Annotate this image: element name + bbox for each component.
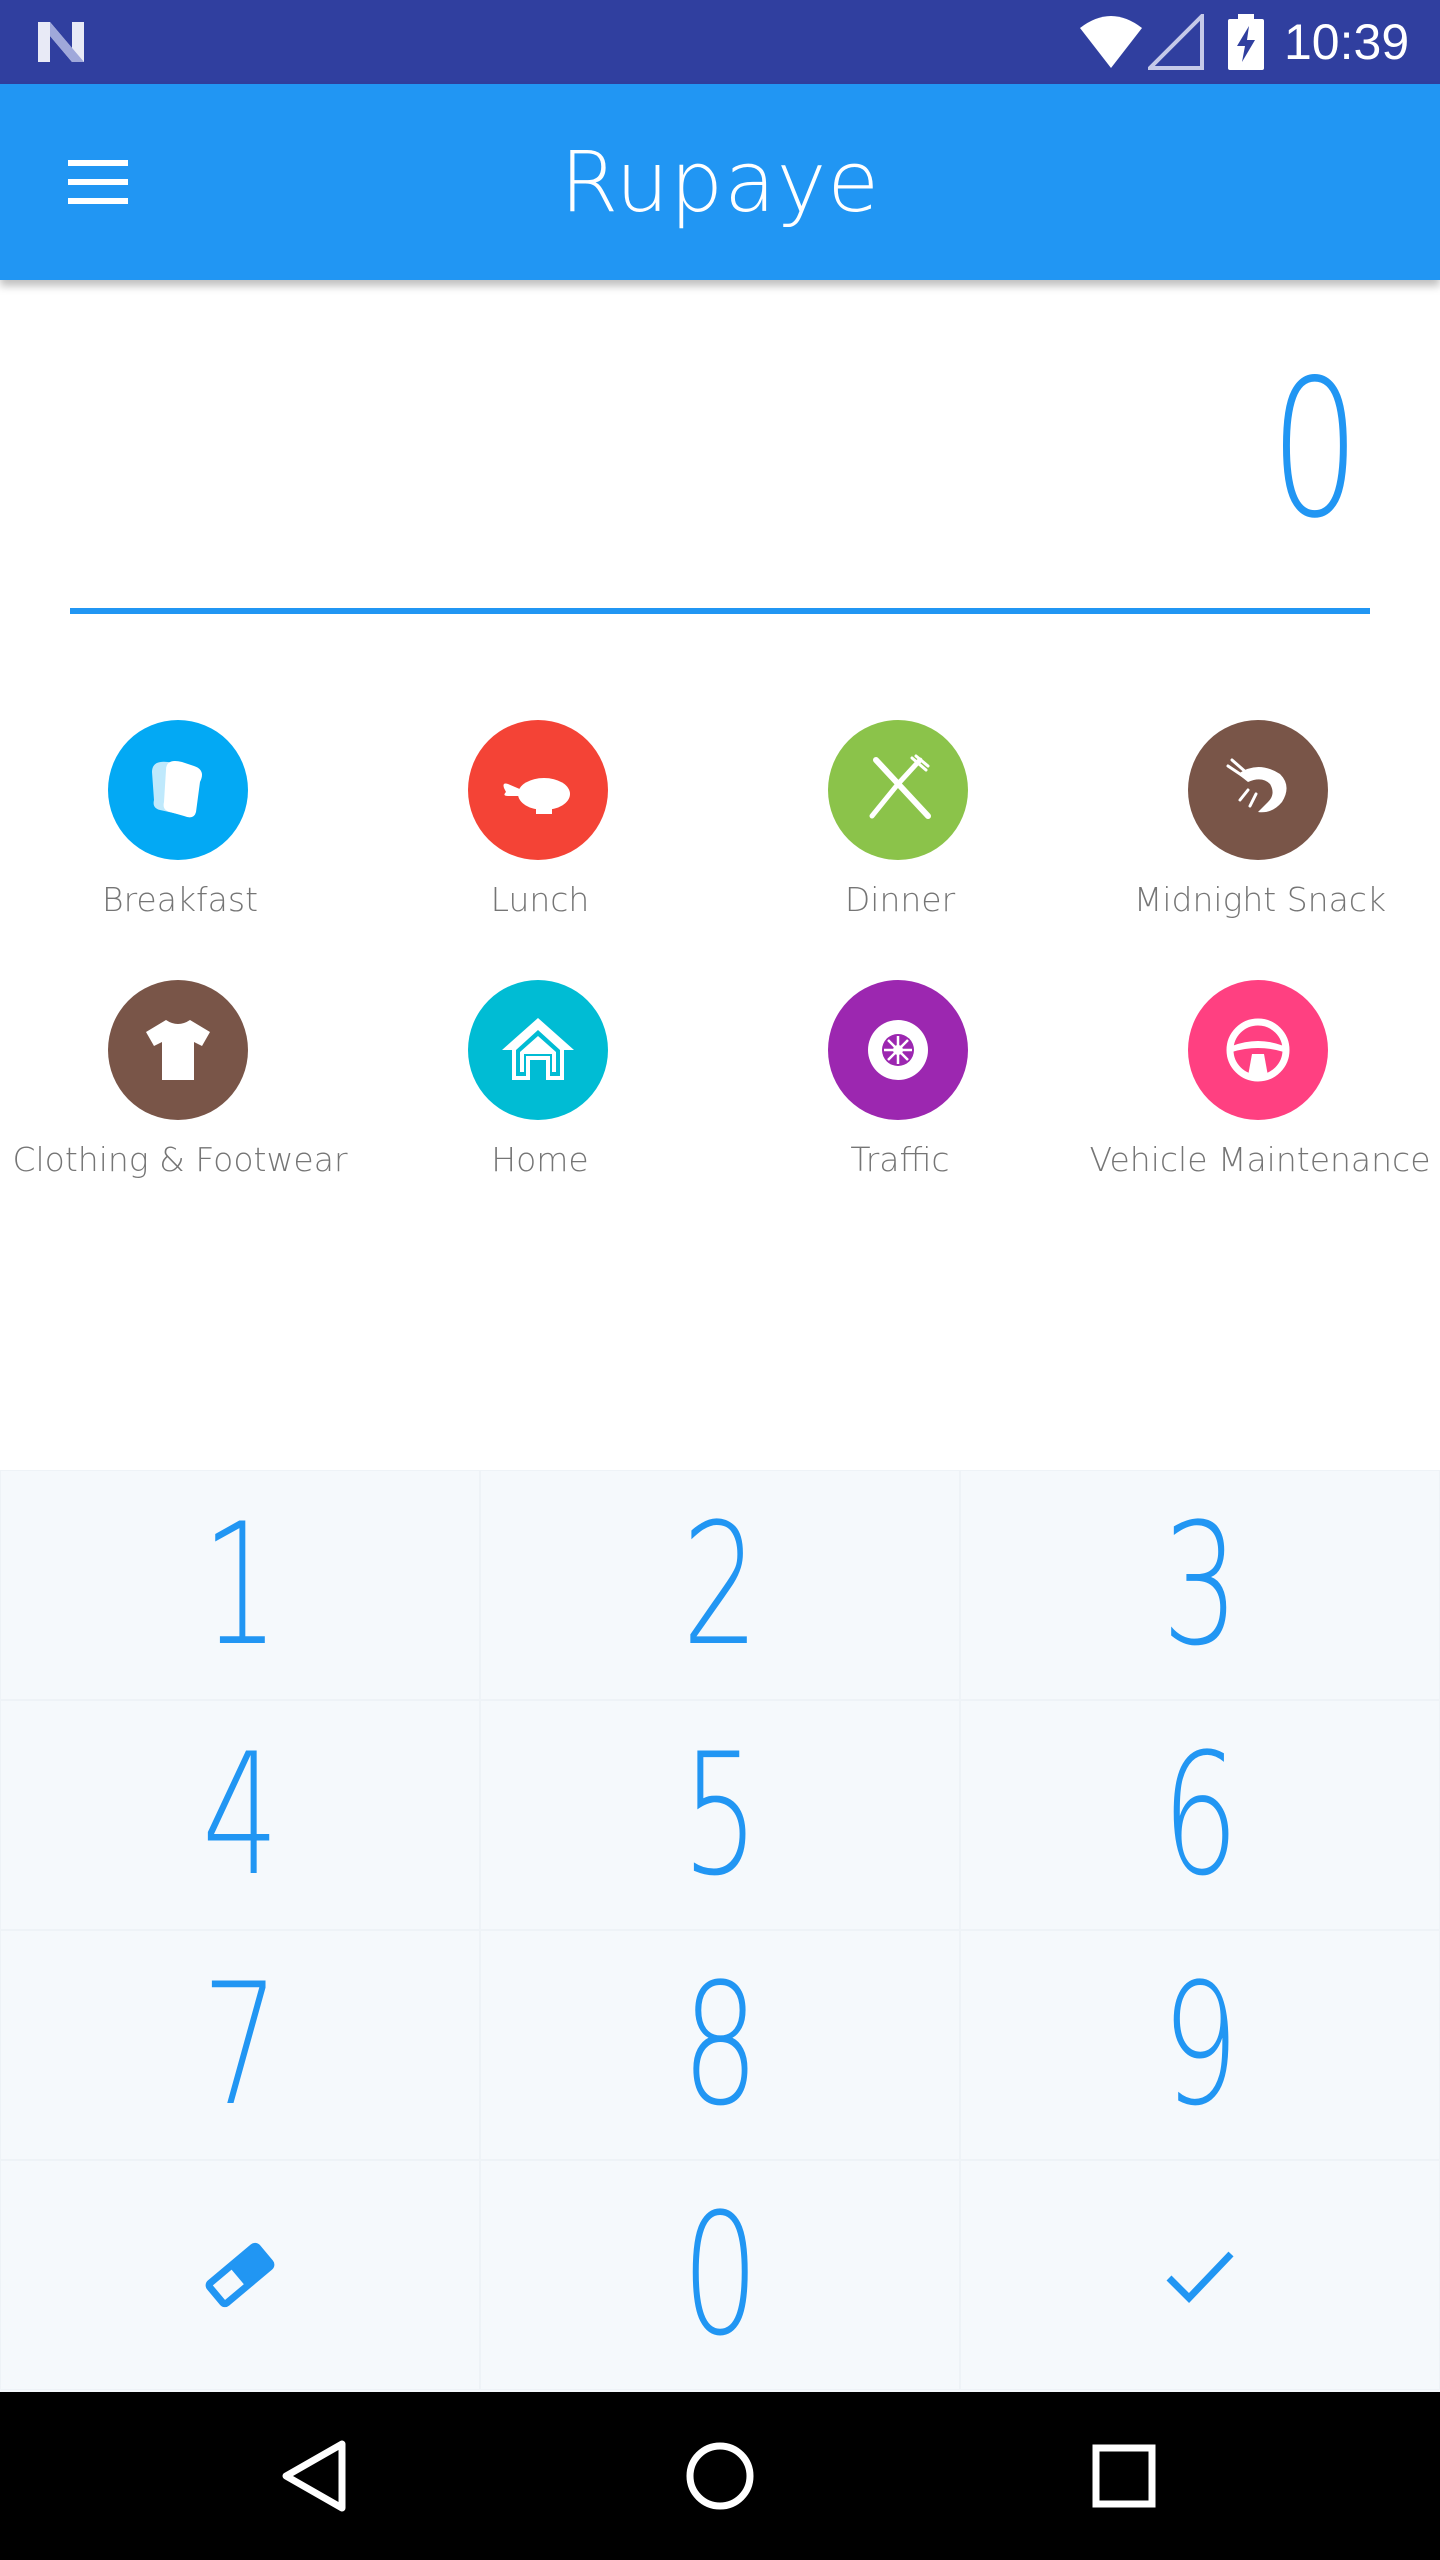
category-circle [828, 980, 968, 1120]
key-label: 2 [681, 1487, 759, 1683]
category-label: Clothing & Footwear [12, 1140, 348, 1179]
home-circle-icon[interactable] [680, 2436, 760, 2516]
category-label: Breakfast [101, 880, 259, 919]
clear-button[interactable] [0, 2160, 480, 2390]
category-label: Lunch [490, 880, 590, 919]
wheel-icon [868, 1020, 928, 1080]
category-circle [468, 720, 608, 860]
shrimp-icon [1226, 758, 1287, 813]
steering-wheel-icon [1226, 1018, 1290, 1082]
category-home[interactable]: Home [360, 978, 720, 1218]
notification-n-icon [38, 22, 84, 62]
category-circle [828, 720, 968, 860]
category-dinner[interactable]: Dinner [720, 718, 1080, 958]
eraser-icon [205, 2242, 275, 2308]
key-label: 3 [1161, 1487, 1239, 1683]
status-time: 10:39 [1284, 14, 1410, 70]
key-9[interactable]: 9 [960, 1930, 1440, 2160]
status-bar: 10:39 [0, 0, 1440, 84]
key-5[interactable]: 5 [480, 1700, 960, 1930]
key-7[interactable]: 7 [0, 1930, 480, 2160]
key-6[interactable]: 6 [960, 1700, 1440, 1930]
key-label: 4 [201, 1717, 279, 1913]
key-0[interactable]: 0 [480, 2160, 960, 2390]
key-label: 1 [201, 1487, 279, 1683]
fork-knife-icon [869, 754, 931, 819]
key-3[interactable]: 3 [960, 1470, 1440, 1700]
wifi-icon [1080, 16, 1142, 68]
tshirt-icon [146, 1020, 210, 1080]
back-icon[interactable] [276, 2436, 356, 2516]
key-2[interactable]: 2 [480, 1470, 960, 1700]
category-circle [108, 980, 248, 1120]
category-circle [108, 720, 248, 860]
category-label: Home [491, 1140, 589, 1179]
category-circle [468, 980, 608, 1120]
category-label: Traffic [850, 1140, 950, 1179]
key-1[interactable]: 1 [0, 1470, 480, 1700]
category-midnight-snack[interactable]: Midnight Snack [1080, 718, 1440, 958]
category-clothing-footwear[interactable]: Clothing & Footwear [0, 978, 360, 1218]
key-label: 6 [1161, 1717, 1239, 1913]
signal-icon [1148, 14, 1204, 70]
check-icon [1166, 2251, 1234, 2304]
app-bar: Rupaye [0, 84, 1440, 280]
key-label: 7 [201, 1947, 279, 2143]
category-label: Midnight Snack [1133, 880, 1387, 919]
key-8[interactable]: 8 [480, 1930, 960, 2160]
bread-icon [152, 761, 202, 818]
key-label: 8 [681, 1947, 759, 2143]
chicken-icon [503, 778, 570, 814]
key-label: 9 [1161, 1947, 1239, 2143]
system-nav-bar [0, 2392, 1440, 2560]
recents-square-icon[interactable] [1084, 2436, 1164, 2516]
category-vehicle-maintenance[interactable]: Vehicle Maintenance [1080, 978, 1440, 1218]
amount-underline [70, 608, 1370, 614]
category-breakfast[interactable]: Breakfast [0, 718, 360, 958]
amount-display: 0 [1270, 339, 1360, 560]
category-traffic[interactable]: Traffic [720, 978, 1080, 1218]
key-label: 5 [681, 1717, 759, 1913]
category-circle [1188, 980, 1328, 1120]
app-title: Rupaye [559, 133, 880, 231]
category-lunch[interactable]: Lunch [360, 718, 720, 958]
confirm-button[interactable] [960, 2160, 1440, 2390]
house-icon [502, 1018, 574, 1080]
keypad: 1 2 3 4 5 6 7 8 9 0 [0, 1470, 1440, 2392]
category-label: Dinner [844, 880, 956, 919]
category-label: Vehicle Maintenance [1089, 1140, 1431, 1179]
key-4[interactable]: 4 [0, 1700, 480, 1930]
battery-charging-icon [1228, 14, 1264, 70]
category-circle [1188, 720, 1328, 860]
key-label: 0 [681, 2177, 759, 2373]
